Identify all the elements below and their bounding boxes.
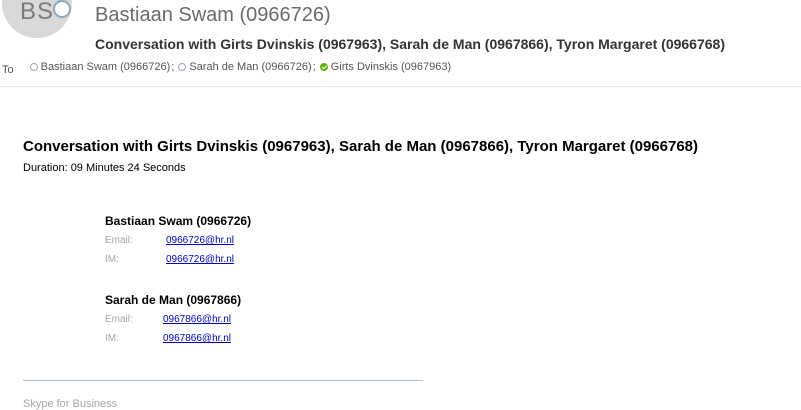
footer-text: Skype for Business — [23, 398, 118, 410]
offline-presence-icon — [178, 63, 187, 71]
presence-status-icon — [53, 0, 71, 18]
conversation-title: Conversation with Girts Dvinskis (096796… — [23, 138, 698, 155]
recipient-item[interactable]: Girts Dvinskis (0967963) — [319, 61, 452, 73]
email-label: Email: — [105, 235, 133, 246]
avatar[interactable]: BS — [2, 0, 72, 38]
offline-presence-icon — [29, 63, 38, 71]
footer-divider — [23, 380, 423, 381]
participant-card: Bastiaan Swam (0966726) Email: 0966726@h… — [105, 214, 251, 266]
header-divider — [0, 86, 801, 87]
email-link[interactable]: 0966726@hr.nl — [166, 235, 234, 246]
recipient-item[interactable]: Bastiaan Swam (0966726) — [29, 61, 171, 73]
im-row: IM: 0967866@hr.nl — [105, 332, 241, 345]
conversation-duration: Duration: 09 Minutes 24 Seconds — [23, 162, 186, 174]
sender-name[interactable]: Bastiaan Swam (0966726) — [95, 4, 331, 27]
recipient-separator: ; — [171, 61, 175, 73]
participant-card: Sarah de Man (0967866) Email: 0967866@hr… — [105, 293, 241, 345]
recipient-item[interactable]: Sarah de Man (0966726) — [178, 61, 312, 73]
recipient-name: Bastiaan Swam (0966726) — [40, 61, 171, 73]
email-link[interactable]: 0967866@hr.nl — [163, 314, 231, 325]
to-label: To — [2, 64, 14, 76]
im-link[interactable]: 0966726@hr.nl — [166, 254, 234, 265]
im-link[interactable]: 0967866@hr.nl — [163, 333, 231, 344]
email-row: Email: 0966726@hr.nl — [105, 234, 251, 247]
participant-name: Sarah de Man (0967866) — [105, 293, 242, 307]
im-label: IM: — [105, 333, 119, 344]
recipient-name: Sarah de Man (0966726) — [189, 61, 312, 73]
email-row: Email: 0967866@hr.nl — [105, 313, 241, 326]
participant-name: Bastiaan Swam (0966726) — [105, 214, 252, 228]
recipients-row: To Bastiaan Swam (0966726) ; Sarah de Ma… — [2, 61, 452, 76]
im-row: IM: 0966726@hr.nl — [105, 253, 251, 266]
available-presence-icon — [319, 63, 328, 71]
recipient-separator: ; — [312, 61, 316, 73]
im-label: IM: — [105, 254, 119, 265]
email-label: Email: — [105, 314, 133, 325]
recipient-name: Girts Dvinskis (0967963) — [330, 61, 452, 73]
message-subject: Conversation with Girts Dvinskis (096796… — [95, 36, 725, 52]
